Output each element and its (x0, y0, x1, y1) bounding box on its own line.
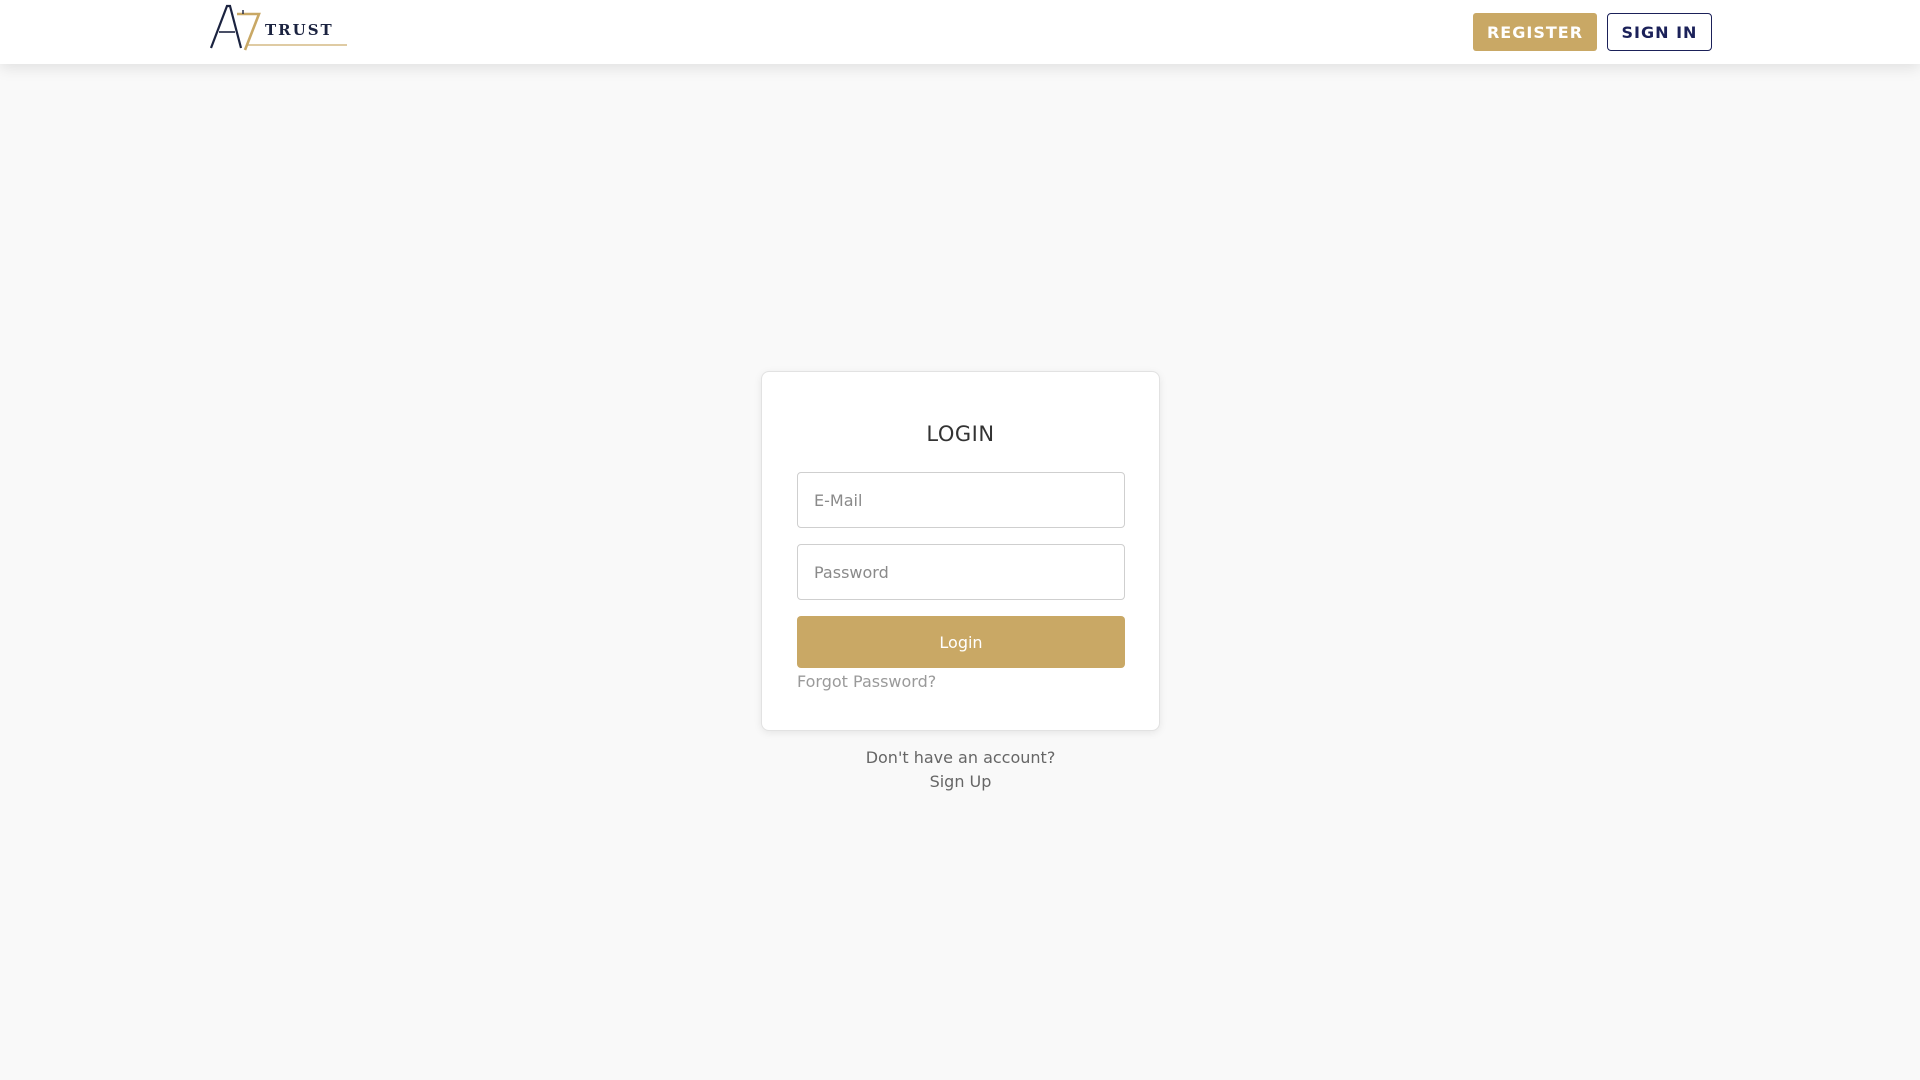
a7-trust-logo[interactable]: TRUST (207, 2, 349, 54)
email-input[interactable] (797, 472, 1125, 528)
login-title: LOGIN (926, 422, 995, 446)
logo-tagline-decoration (247, 44, 347, 46)
register-button[interactable]: REGISTER (1473, 13, 1597, 51)
signup-prompt-text: Don't have an account? (865, 748, 1056, 767)
login-card: LOGIN Login Forgot Password? (761, 371, 1160, 731)
sign-in-button[interactable]: SIGN IN (1607, 13, 1712, 51)
password-input[interactable] (797, 544, 1125, 600)
logo-wordmark: TRUST (265, 21, 334, 39)
top-navbar: TRUST REGISTER SIGN IN (0, 0, 1920, 64)
sign-up-link[interactable]: Sign Up (930, 772, 992, 791)
forgot-password-link[interactable]: Forgot Password? (797, 672, 936, 691)
login-button[interactable]: Login (797, 616, 1125, 668)
signup-prompt-area: Don't have an account? Sign Up (761, 746, 1160, 794)
